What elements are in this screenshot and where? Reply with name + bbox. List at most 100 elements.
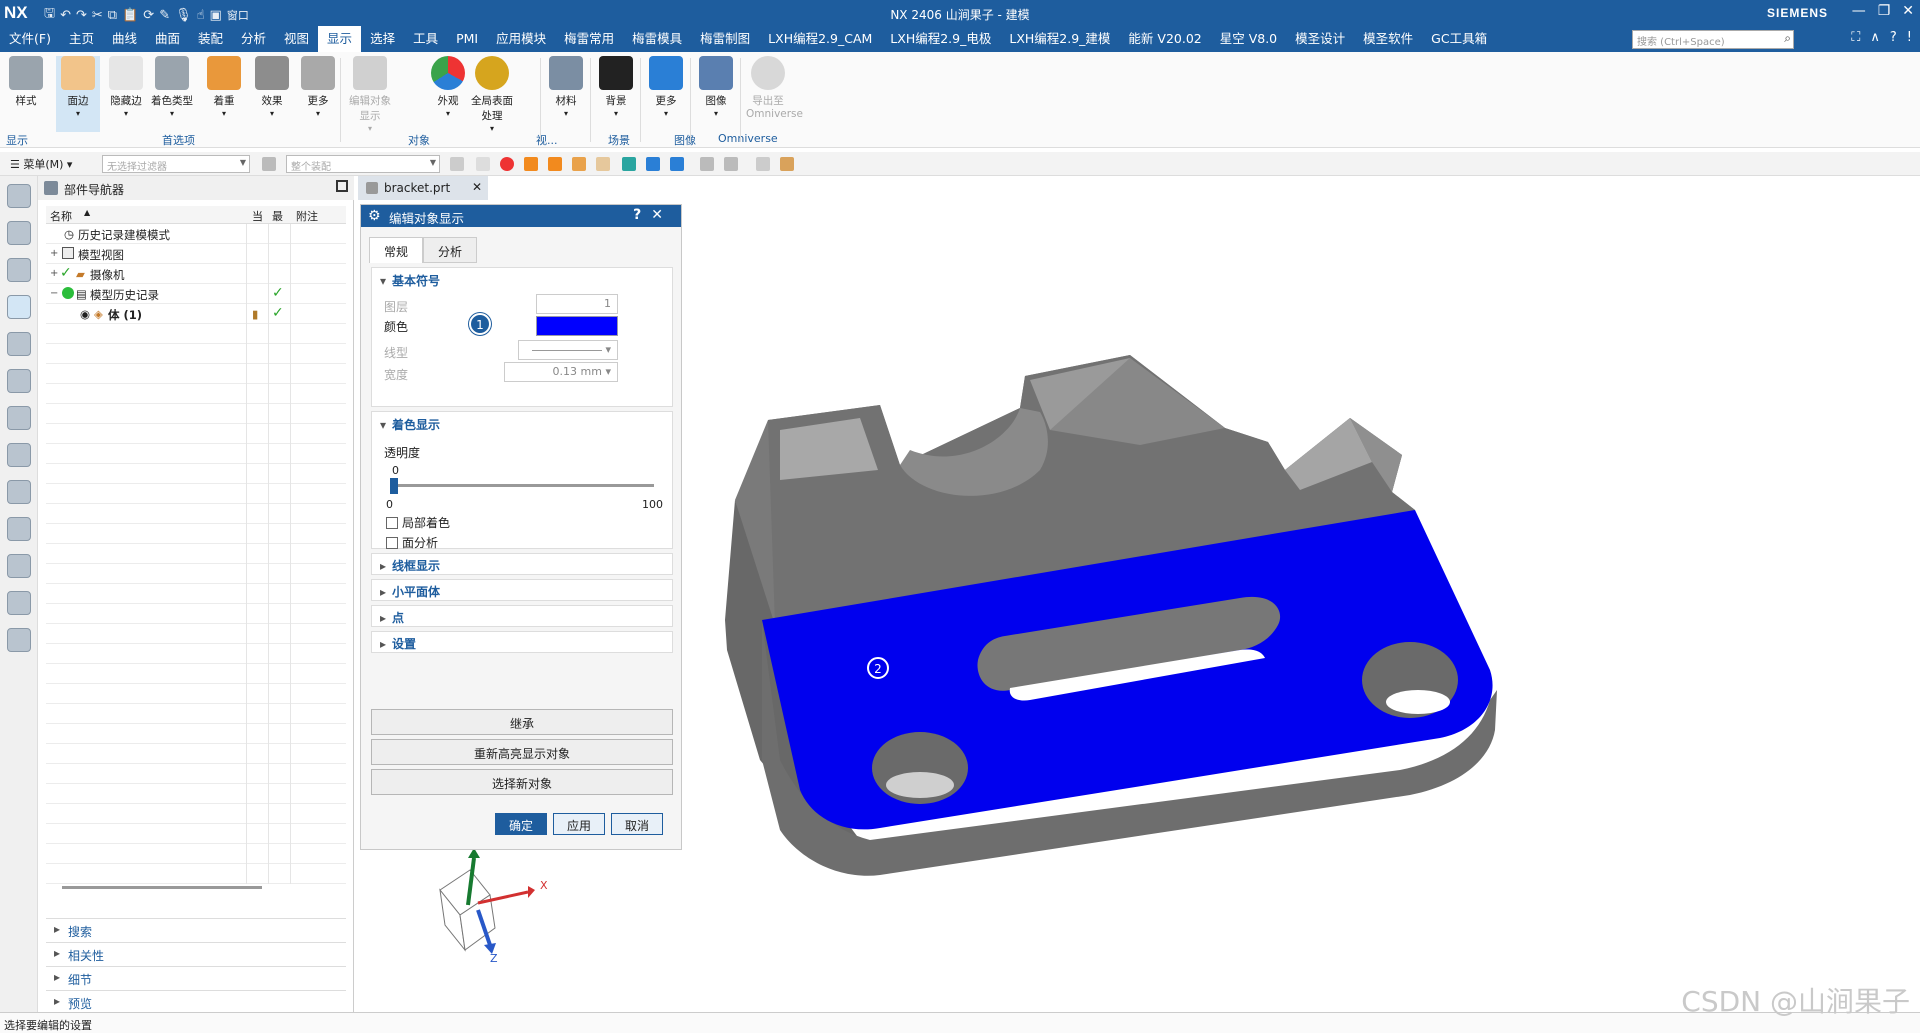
tools-icon[interactable]: [7, 554, 31, 578]
tree-row-model-history[interactable]: − ▤ 模型历史记录 ✓: [46, 284, 346, 304]
stop-icon[interactable]: [500, 157, 514, 171]
layer-field[interactable]: 1: [536, 294, 618, 314]
reuse-icon[interactable]: [7, 369, 31, 393]
help-icon[interactable]: ?: [633, 207, 651, 223]
minimize-icon[interactable]: —: [1852, 3, 1866, 19]
slider-thumb[interactable]: [390, 478, 398, 494]
ribbon-export-omniverse-button[interactable]: 导出至 Omniverse: [746, 56, 803, 120]
ribbon-appearance-button[interactable]: 外观 ▾: [426, 56, 470, 118]
web-icon[interactable]: [7, 480, 31, 504]
settings-section[interactable]: ▸ 设置: [371, 631, 673, 653]
navigator-icon[interactable]: [7, 295, 31, 319]
menu-item-5[interactable]: 分析: [232, 26, 275, 52]
close-tab-icon[interactable]: ✕: [472, 180, 482, 194]
section-preview[interactable]: 预览: [46, 990, 346, 1012]
snap-sheet-icon[interactable]: [596, 157, 610, 171]
ribbon-group-2[interactable]: 对象: [408, 132, 430, 148]
menu-item-17[interactable]: LXH编程2.9_建模: [1000, 26, 1119, 52]
ribbon-shading-type-button[interactable]: 着色类型 ▾: [150, 56, 194, 118]
snap-face-icon[interactable]: [524, 157, 538, 171]
ribbon-emphasis-button[interactable]: 着重 ▾: [202, 56, 246, 118]
ribbon-group-5[interactable]: 图像: [674, 132, 696, 148]
layout-icon[interactable]: [7, 628, 31, 652]
menu-item-19[interactable]: 星空 V8.0: [1211, 26, 1286, 52]
collapse-icon[interactable]: −: [50, 288, 58, 299]
part-icon[interactable]: [7, 221, 31, 245]
menu-item-1[interactable]: 主页: [60, 26, 103, 52]
ribbon-image-button[interactable]: 图像 ▾: [694, 56, 738, 118]
orient-icon[interactable]: [724, 157, 738, 171]
section-details[interactable]: 细节: [46, 966, 346, 988]
maximize-icon[interactable]: [336, 180, 348, 192]
assembly-scope-combo[interactable]: 整个装配 ▼: [286, 155, 440, 173]
rehighlight-button[interactable]: 重新高亮显示对象: [371, 739, 673, 765]
tab-general[interactable]: 常规: [369, 237, 423, 263]
deselect-icon[interactable]: [476, 157, 490, 171]
menu-item-15[interactable]: LXH编程2.9_CAM: [759, 26, 881, 52]
curve-rule-icon[interactable]: [622, 157, 636, 171]
ribbon-more-2-button[interactable]: 更多 ▾: [644, 56, 688, 118]
snap-body-icon[interactable]: [548, 157, 562, 171]
menu-item-0[interactable]: 文件(F): [0, 26, 60, 52]
menu-item-21[interactable]: 模圣软件: [1354, 26, 1422, 52]
section-dependencies[interactable]: 相关性: [46, 942, 346, 964]
column-notes[interactable]: 附注: [296, 208, 318, 224]
shading-header[interactable]: ▾ 着色显示: [380, 416, 440, 433]
menu-item-11[interactable]: 应用模块: [487, 26, 555, 52]
ribbon-background-button[interactable]: 背景 ▾: [594, 56, 638, 118]
ribbon-group-6[interactable]: Omniverse: [718, 132, 778, 145]
menu-item-8[interactable]: 选择: [361, 26, 404, 52]
apply-button[interactable]: 应用: [553, 813, 605, 835]
local-shading-checkbox[interactable]: 局部着色: [386, 514, 450, 531]
menu-item-18[interactable]: 能新 V20.02: [1119, 26, 1210, 52]
face-analysis-checkbox[interactable]: 面分析: [386, 534, 438, 551]
point-snap-icon[interactable]: [646, 157, 660, 171]
snap-options-icon[interactable]: [670, 157, 684, 171]
cancel-button[interactable]: 取消: [611, 813, 663, 835]
menu-item-3[interactable]: 曲面: [146, 26, 189, 52]
inherit-button[interactable]: 继承: [371, 709, 673, 735]
menu-item-2[interactable]: 曲线: [103, 26, 146, 52]
settings-icon[interactable]: [7, 184, 31, 208]
menu-item-6[interactable]: 视图: [275, 26, 318, 52]
tab-analysis[interactable]: 分析: [423, 237, 477, 263]
ribbon-edit-object-display-button[interactable]: 编辑对象显示 ▾: [348, 56, 392, 133]
tree-row-cameras[interactable]: + ✓ ▰ 摄像机: [46, 264, 346, 284]
color-swatch[interactable]: [536, 316, 618, 336]
ribbon-group-4[interactable]: 场景: [608, 132, 630, 148]
section-search[interactable]: 搜索: [46, 918, 346, 940]
ribbon-group-1[interactable]: 首选项: [162, 132, 195, 148]
menu-item-16[interactable]: LXH编程2.9_电极: [881, 26, 1000, 52]
menu-item-22[interactable]: GC工具箱: [1422, 26, 1496, 52]
column-latest[interactable]: 最: [272, 208, 283, 224]
roles-icon[interactable]: [7, 591, 31, 615]
tree-row-body[interactable]: ◉ ◈ 体 (1) ▮ ✓: [46, 304, 346, 324]
assembly-icon[interactable]: [7, 258, 31, 282]
hd3d-icon[interactable]: [7, 406, 31, 430]
info-icon[interactable]: [7, 443, 31, 467]
menu-item-9[interactable]: 工具: [404, 26, 447, 52]
tree-row-model-views[interactable]: + 模型视图: [46, 244, 346, 264]
selection-filter-combo[interactable]: 无选择过滤器 ▼: [102, 155, 250, 173]
transparency-slider[interactable]: [390, 478, 654, 494]
ribbon-group-0[interactable]: 显示: [6, 132, 28, 148]
component-icon[interactable]: [780, 157, 794, 171]
menu-item-7[interactable]: 显示: [318, 26, 362, 52]
search-icon[interactable]: ⌕: [1784, 31, 1791, 46]
restore-icon[interactable]: ❐: [1878, 3, 1891, 19]
column-name[interactable]: 名称: [50, 208, 72, 224]
facet-body-section[interactable]: ▸ 小平面体: [371, 579, 673, 601]
command-search-input[interactable]: 搜索 (Ctrl+Space) ⌕: [1632, 30, 1794, 49]
select-new-objects-button[interactable]: 选择新对象: [371, 769, 673, 795]
ok-button[interactable]: 确定: [495, 813, 547, 835]
close-icon[interactable]: ✕: [651, 207, 673, 223]
ribbon-global-surface-button[interactable]: 全局表面处理 ▾: [470, 56, 514, 133]
fullscreen-icon[interactable]: ⛶: [1851, 30, 1860, 45]
wireframe-section[interactable]: ▸ 线框显示: [371, 553, 673, 575]
history-icon[interactable]: [7, 517, 31, 541]
horizontal-scrollbar[interactable]: [62, 886, 262, 889]
menu-item-10[interactable]: PMI: [447, 26, 487, 52]
part-tab[interactable]: bracket.prt ✕: [358, 176, 488, 200]
column-current[interactable]: 当: [252, 208, 263, 224]
main-menu-button[interactable]: ☰ 菜单(M) ▾: [10, 156, 72, 172]
